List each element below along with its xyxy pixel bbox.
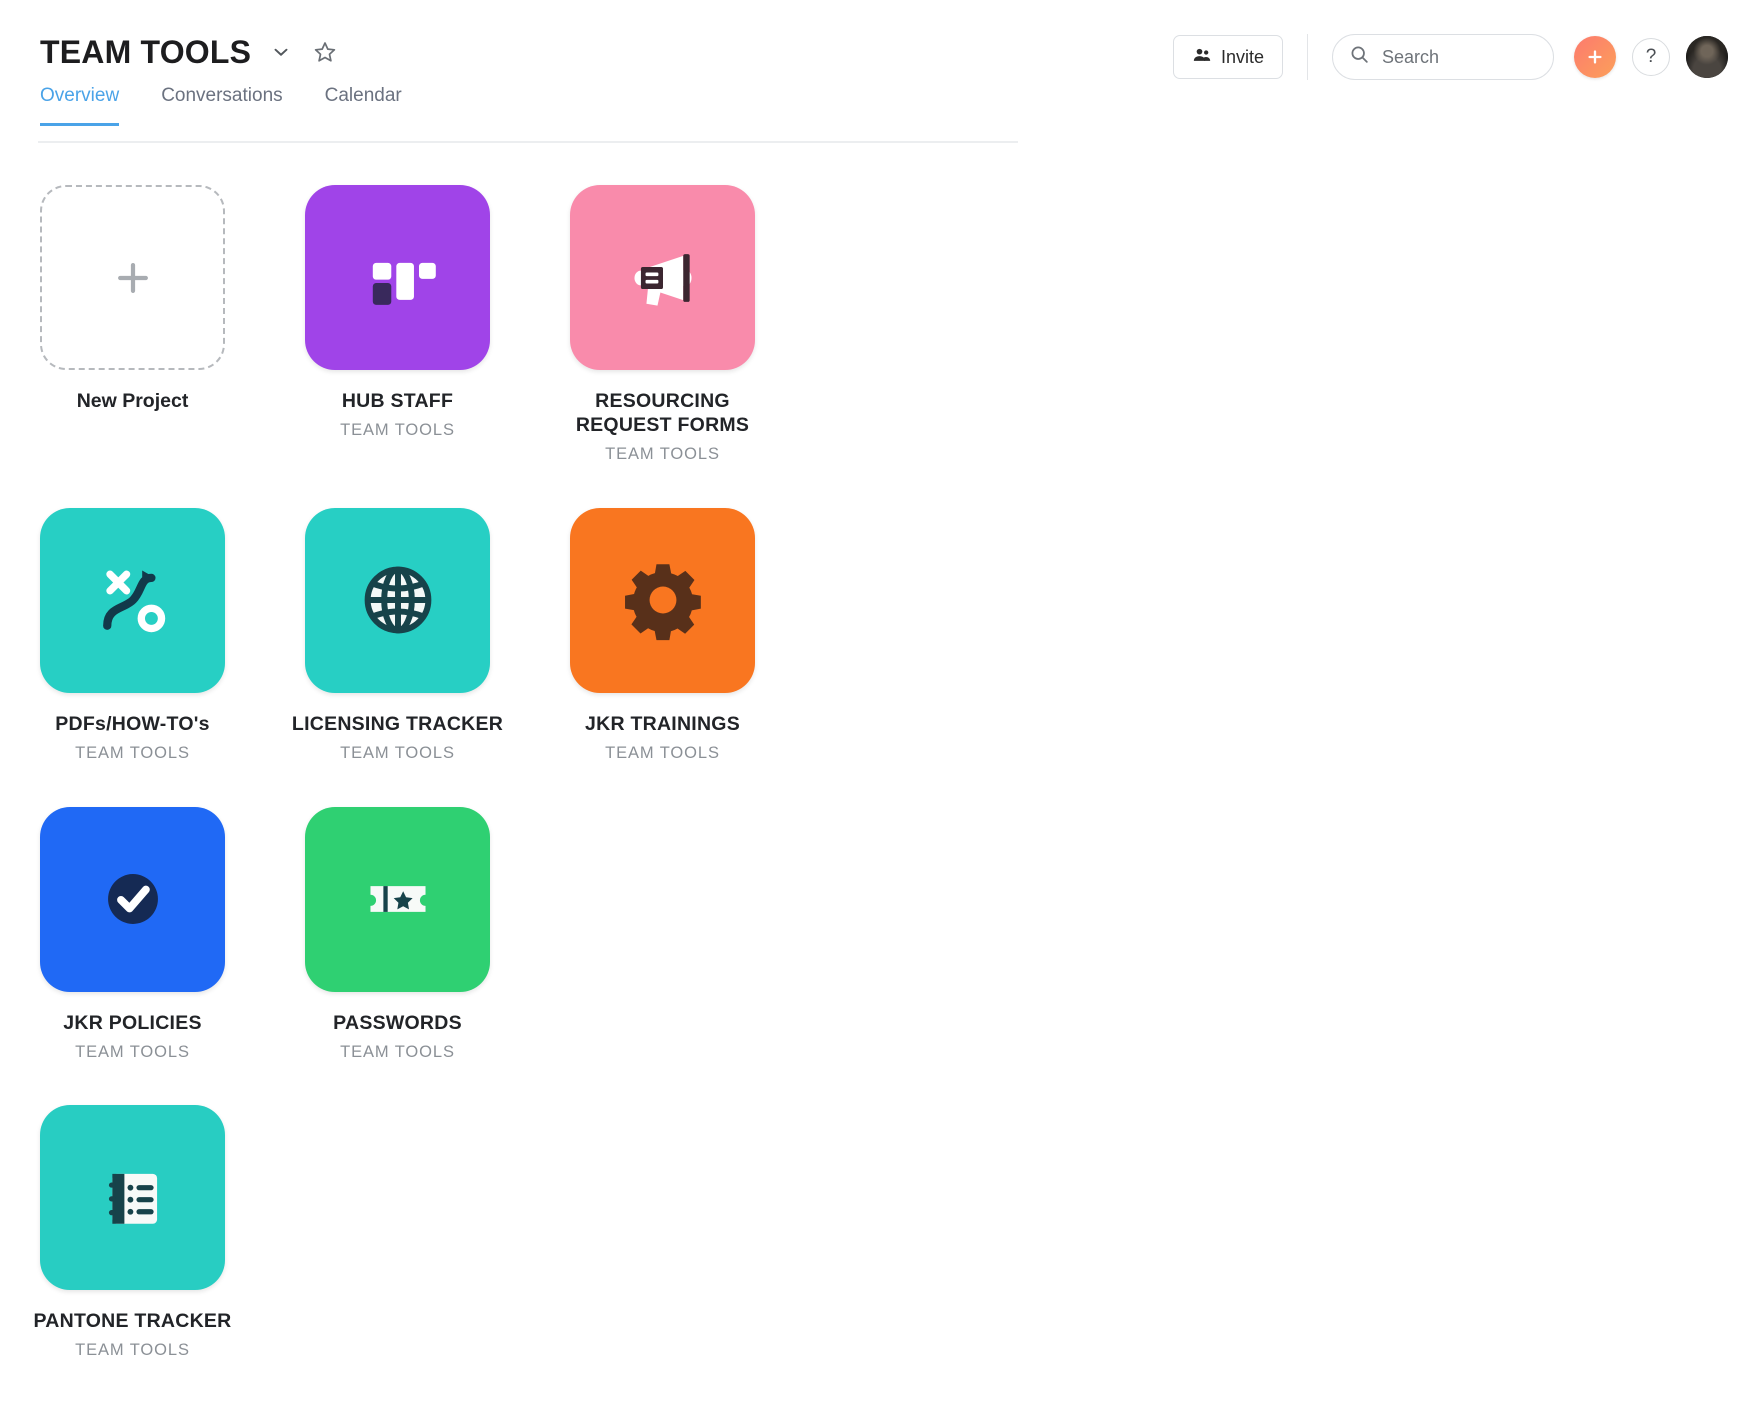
globe-icon	[364, 566, 431, 634]
avatar-image	[1686, 36, 1728, 78]
board-columns-icon	[372, 262, 436, 305]
project-title: JKR POLICIES	[63, 1011, 202, 1034]
project-tile-hub-staff[interactable]	[305, 185, 490, 370]
project-team: TEAM TOOLS	[75, 1042, 190, 1061]
header-actions: Invite ?	[1172, 34, 1728, 80]
header-rule	[38, 141, 1018, 143]
add-button[interactable]	[1574, 36, 1616, 78]
project-title: PDFs/HOW-TO's	[55, 712, 210, 735]
project-tile-licensing-tracker[interactable]	[305, 507, 490, 693]
project-grid: New Project HUB STAFF TEAM TOOLS RESOURC…	[0, 185, 1020, 1404]
search-input[interactable]	[1382, 46, 1537, 68]
project-cell-licensing-tracker: LICENSING TRACKER TEAM TOOLS	[265, 507, 530, 764]
new-project-button[interactable]	[40, 185, 225, 370]
project-cell-jkr-trainings: JKR TRAININGS TEAM TOOLS	[530, 507, 795, 764]
tab-overview[interactable]: Overview	[40, 85, 120, 126]
project-team: TEAM TOOLS	[340, 1042, 455, 1061]
invite-button[interactable]: Invite	[1172, 35, 1283, 79]
strategy-icon	[102, 570, 165, 633]
tab-conversations[interactable]: Conversations	[161, 85, 282, 126]
tab-calendar[interactable]: Calendar	[325, 85, 402, 126]
project-cell-hub-staff: HUB STAFF TEAM TOOLS	[265, 185, 530, 465]
gear-icon	[624, 564, 701, 641]
app-header: TEAM TOOLS Overview Conversations Calend…	[0, 0, 1756, 143]
grid-spacer	[530, 807, 795, 1063]
project-team: TEAM TOOLS	[75, 1341, 190, 1360]
project-team: TEAM TOOLS	[340, 420, 455, 439]
project-cell-pantone-tracker: PANTONE TRACKER TEAM TOOLS	[0, 1105, 265, 1361]
plus-icon	[117, 262, 148, 293]
project-title: PANTONE TRACKER	[33, 1310, 232, 1333]
project-cell-pdfs-how-tos: PDFs/HOW-TO's TEAM TOOLS	[0, 507, 265, 764]
new-project-cell: New Project	[0, 185, 265, 465]
project-cell-jkr-policies: JKR POLICIES TEAM TOOLS	[0, 806, 265, 1063]
notebook-list-icon	[108, 1173, 157, 1224]
project-tile-resourcing-request-forms[interactable]	[570, 185, 755, 370]
chevron-down-icon[interactable]	[267, 38, 295, 66]
project-title: LICENSING TRACKER	[291, 712, 504, 735]
project-team: TEAM TOOLS	[75, 743, 190, 762]
project-title: RESOURCING REQUEST FORMS	[575, 390, 750, 436]
project-tile-passwords[interactable]	[305, 806, 490, 992]
project-tile-jkr-policies[interactable]	[40, 806, 225, 992]
ticket-star-icon	[369, 886, 426, 912]
project-tile-pdfs-how-tos[interactable]	[40, 507, 225, 693]
project-tile-jkr-trainings[interactable]	[570, 507, 755, 693]
search-box[interactable]	[1332, 34, 1554, 80]
project-team: TEAM TOOLS	[605, 444, 720, 463]
project-team: TEAM TOOLS	[605, 743, 720, 762]
tab-bar: Overview Conversations Calendar	[40, 85, 402, 126]
project-cell-resourcing-request-forms: RESOURCING REQUEST FORMS TEAM TOOLS	[530, 185, 795, 465]
new-project-label: New Project	[76, 390, 189, 412]
project-title: PASSWORDS	[333, 1011, 462, 1034]
project-team: TEAM TOOLS	[340, 743, 455, 762]
avatar[interactable]	[1686, 36, 1728, 78]
project-tile-pantone-tracker[interactable]	[40, 1105, 225, 1291]
check-circle-icon	[107, 874, 158, 924]
megaphone-icon	[633, 253, 692, 306]
title-row: TEAM TOOLS	[40, 36, 339, 68]
project-cell-passwords: PASSWORDS TEAM TOOLS	[265, 806, 530, 1063]
star-outline-icon[interactable]	[311, 38, 339, 66]
project-title: JKR TRAININGS	[585, 712, 740, 735]
help-button[interactable]: ?	[1632, 38, 1670, 76]
search-icon	[1349, 44, 1370, 70]
invite-label: Invite	[1220, 46, 1264, 67]
people-icon	[1192, 45, 1212, 70]
page-title: TEAM TOOLS	[40, 34, 252, 70]
project-title: HUB STAFF	[341, 390, 454, 412]
header-divider	[1307, 34, 1308, 80]
